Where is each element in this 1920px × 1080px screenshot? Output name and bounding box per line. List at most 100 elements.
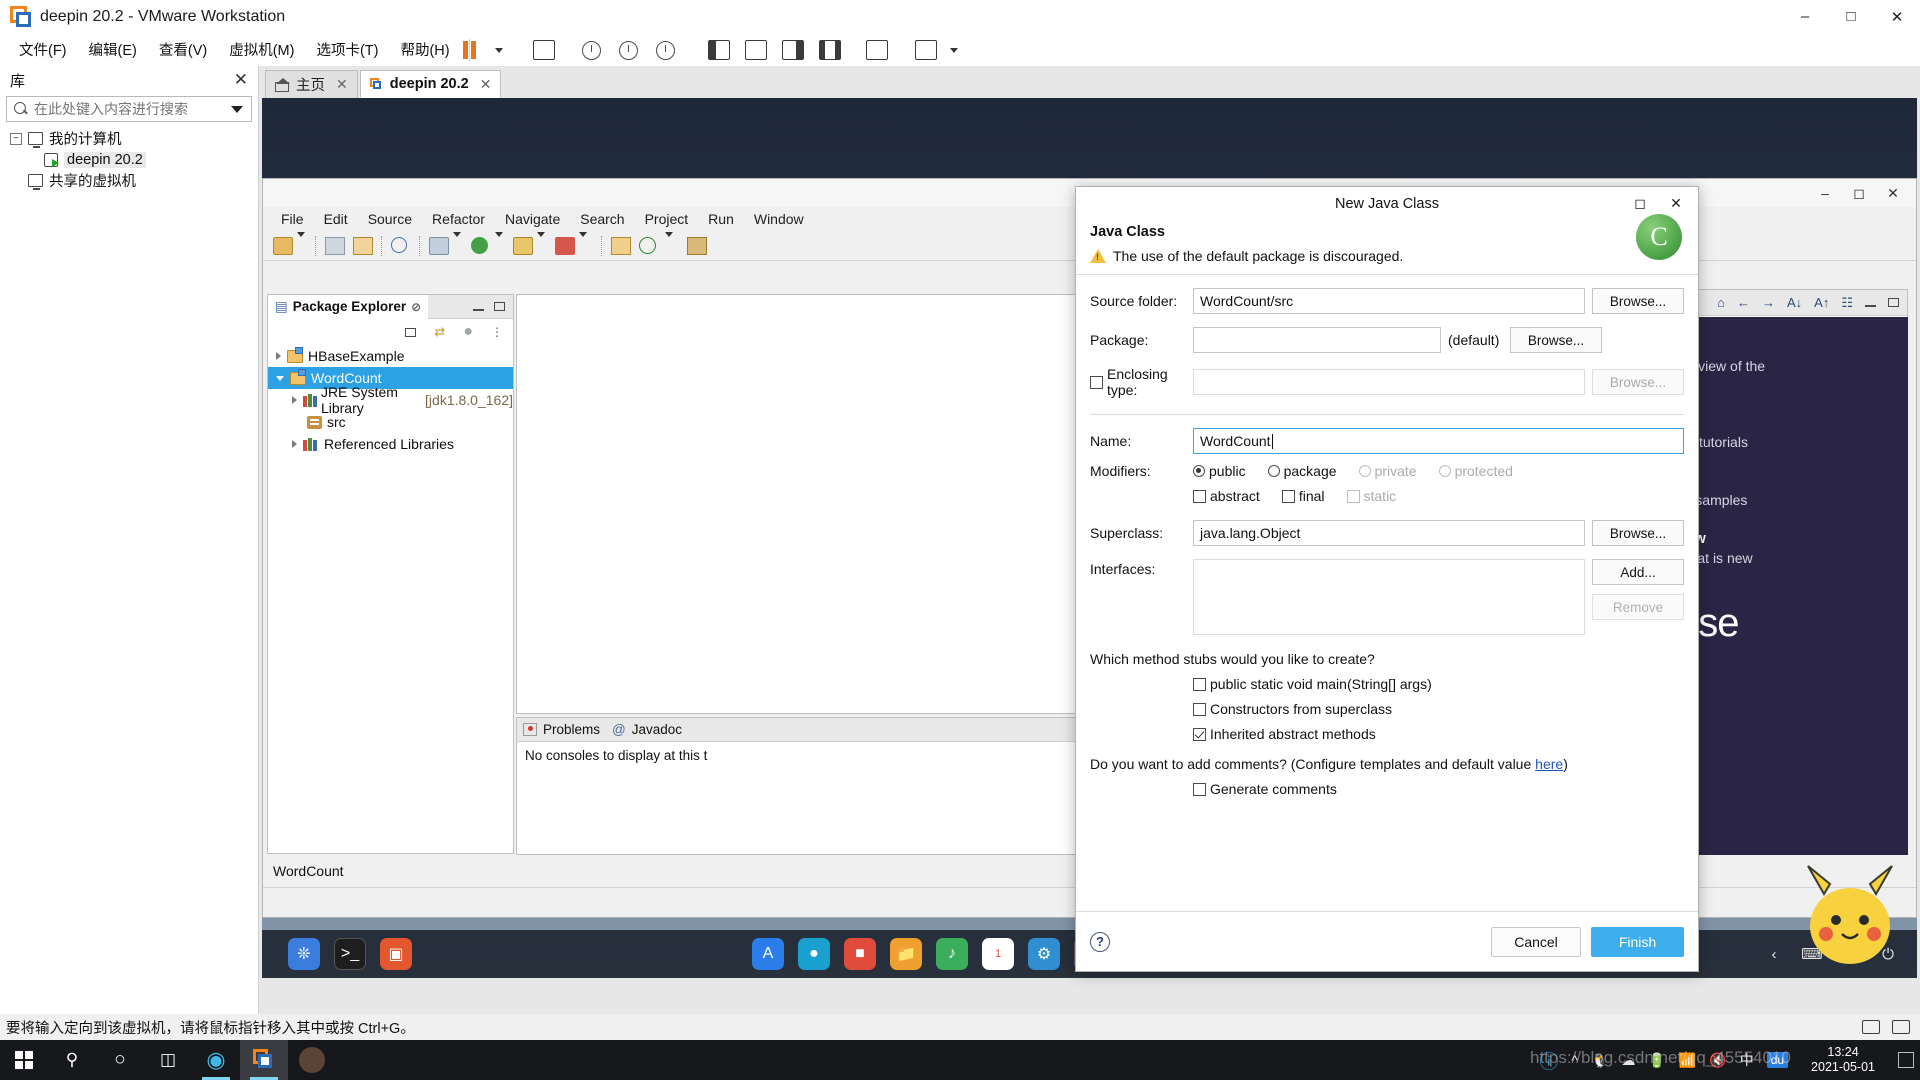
expand-arrow-icon-2[interactable]	[292, 396, 297, 404]
enclosing-type-label-wrap[interactable]: Enclosing type:	[1090, 366, 1193, 398]
tab-package-explorer[interactable]: ▤ Package Explorer ⊘	[268, 294, 429, 319]
minimize-view-icon[interactable]	[473, 309, 484, 311]
superclass-browse-button[interactable]: Browse...	[1592, 520, 1684, 546]
eclipse-menu-refactor[interactable]: Refactor	[422, 211, 495, 227]
expand-arrow-icon[interactable]	[276, 352, 281, 360]
new-class-icon[interactable]	[639, 237, 656, 254]
chevron-down-icon-search[interactable]	[231, 105, 243, 113]
back-nav-icon[interactable]: ←	[1737, 295, 1750, 310]
abstract-checkbox[interactable]	[1193, 489, 1206, 503]
vmware-button[interactable]	[240, 1040, 288, 1080]
public-radio[interactable]	[1193, 465, 1205, 477]
menu-help[interactable]: 帮助(H)	[389, 35, 460, 64]
collapse-toggle-icon[interactable]: −	[10, 132, 22, 145]
menu-edit[interactable]: 编辑(E)	[78, 35, 148, 64]
modifier-public[interactable]: public	[1193, 463, 1246, 479]
task-view-button[interactable]: ◫	[144, 1040, 192, 1080]
configure-templates-link[interactable]: here	[1535, 756, 1563, 772]
search-toolbar-icon[interactable]	[391, 237, 407, 253]
external-tools-icon[interactable]	[555, 237, 575, 255]
cortana-button[interactable]: ○	[96, 1040, 144, 1080]
minimize-button[interactable]: –	[1782, 0, 1828, 33]
maximize-welcome-icon[interactable]	[1888, 298, 1899, 307]
tab-javadoc[interactable]: Javadoc	[632, 722, 682, 737]
external-tools-dropdown-icon[interactable]	[579, 232, 588, 255]
interfaces-add-button[interactable]: Add...	[1592, 559, 1684, 585]
cancel-button[interactable]: Cancel	[1491, 926, 1581, 957]
eclipse-menu-project[interactable]: Project	[635, 211, 699, 227]
eclipse-menu-source[interactable]: Source	[358, 211, 422, 227]
start-button[interactable]	[0, 1040, 48, 1080]
tree-item-jre-system-library[interactable]: JRE System Library [jdk1.8.0_162]	[268, 384, 513, 416]
eclipse-minimize-button[interactable]: –	[1808, 181, 1842, 205]
dock-calendar-icon[interactable]: 1	[982, 938, 1014, 970]
open-type-icon[interactable]	[687, 237, 707, 255]
dock-prev-icon[interactable]: ‹	[1761, 941, 1787, 967]
maximize-view-icon[interactable]	[494, 302, 505, 311]
print-icon[interactable]	[353, 237, 373, 255]
focus-icon[interactable]: ●	[463, 323, 473, 341]
save-icon[interactable]	[325, 237, 345, 255]
tree-item-shared-vms[interactable]: 共享的虚拟机	[6, 170, 252, 191]
status-network-icon[interactable]	[1892, 1020, 1910, 1034]
constructors-checkbox[interactable]	[1193, 702, 1206, 716]
package-input[interactable]	[1193, 327, 1441, 353]
edge-button[interactable]: ◉	[192, 1040, 240, 1080]
new-class-dropdown-icon[interactable]	[665, 232, 674, 255]
stub-main-method[interactable]: public static void main(String[] args)	[1193, 676, 1684, 692]
new-package-icon[interactable]	[611, 237, 631, 255]
debug-icon[interactable]	[429, 237, 449, 255]
library-close-icon[interactable]: ✕	[230, 70, 252, 90]
tree-item-deepin[interactable]: deepin 20.2	[6, 149, 252, 170]
eclipse-menu-run[interactable]: Run	[698, 211, 744, 227]
eclipse-menu-edit[interactable]: Edit	[314, 211, 358, 227]
finish-button[interactable]: Finish	[1591, 926, 1684, 957]
inherited-abstract-checkbox[interactable]	[1193, 727, 1206, 741]
tree-item-referenced-libraries[interactable]: Referenced Libraries	[268, 433, 513, 455]
search-button[interactable]: ⚲	[48, 1040, 96, 1080]
dock-files-icon[interactable]: 📁	[890, 938, 922, 970]
dock-settings-icon[interactable]: ⚙	[1028, 938, 1060, 970]
run-icon[interactable]	[471, 237, 488, 254]
interfaces-list[interactable]	[1193, 559, 1585, 635]
help-icon[interactable]: ?	[1090, 931, 1110, 952]
menu-tabs[interactable]: 选项卡(T)	[305, 35, 389, 64]
modifier-package[interactable]: package	[1267, 463, 1337, 479]
debug-dropdown-icon[interactable]	[453, 232, 462, 255]
modifier-final[interactable]: final	[1281, 488, 1325, 504]
link-editor-icon[interactable]: ⇄	[434, 324, 445, 340]
name-input[interactable]: WordCount	[1193, 428, 1684, 454]
generate-comments-checkbox[interactable]	[1193, 782, 1206, 796]
customize-page-icon[interactable]: ☷	[1841, 295, 1853, 311]
menu-vm[interactable]: 虚拟机(M)	[218, 35, 305, 64]
dock-store-icon[interactable]: ■	[844, 938, 876, 970]
coverage-icon[interactable]	[513, 237, 533, 255]
view-pin-icon[interactable]: ⊘	[411, 300, 421, 314]
enclosing-type-input[interactable]	[1193, 369, 1585, 395]
eclipse-menu-file[interactable]: File	[271, 211, 314, 227]
package-radio[interactable]	[1267, 465, 1280, 477]
main-method-checkbox[interactable]	[1193, 677, 1206, 691]
action-center-icon[interactable]	[1898, 1052, 1914, 1068]
enclosing-type-checkbox[interactable]	[1090, 375, 1103, 389]
generate-comments-row[interactable]: Generate comments	[1193, 781, 1684, 797]
modifier-abstract[interactable]: abstract	[1193, 488, 1260, 504]
tab-problems[interactable]: Problems	[543, 722, 600, 737]
superclass-input[interactable]: java.lang.Object	[1193, 520, 1585, 546]
dock-music-icon[interactable]: ♪	[936, 938, 968, 970]
eclipse-menu-search[interactable]: Search	[570, 211, 634, 227]
final-checkbox[interactable]	[1281, 489, 1295, 503]
collapse-all-icon[interactable]	[405, 327, 417, 337]
source-folder-input[interactable]: WordCount/src	[1193, 288, 1585, 314]
app-button[interactable]	[288, 1040, 336, 1080]
status-display-icon[interactable]	[1862, 1020, 1880, 1034]
eclipse-menu-navigate[interactable]: Navigate	[495, 211, 570, 227]
dock-launcher-icon[interactable]: ❊	[288, 938, 320, 970]
package-browse-button[interactable]: Browse...	[1510, 327, 1602, 353]
coverage-dropdown-icon[interactable]	[537, 232, 546, 255]
search-input[interactable]	[34, 101, 231, 117]
forward-nav-icon[interactable]: →	[1762, 295, 1775, 310]
decrease-font-icon[interactable]: A↓	[1787, 295, 1802, 310]
menu-file[interactable]: 文件(F)	[8, 35, 78, 64]
tab-home[interactable]: 主页 ✕	[265, 70, 358, 98]
